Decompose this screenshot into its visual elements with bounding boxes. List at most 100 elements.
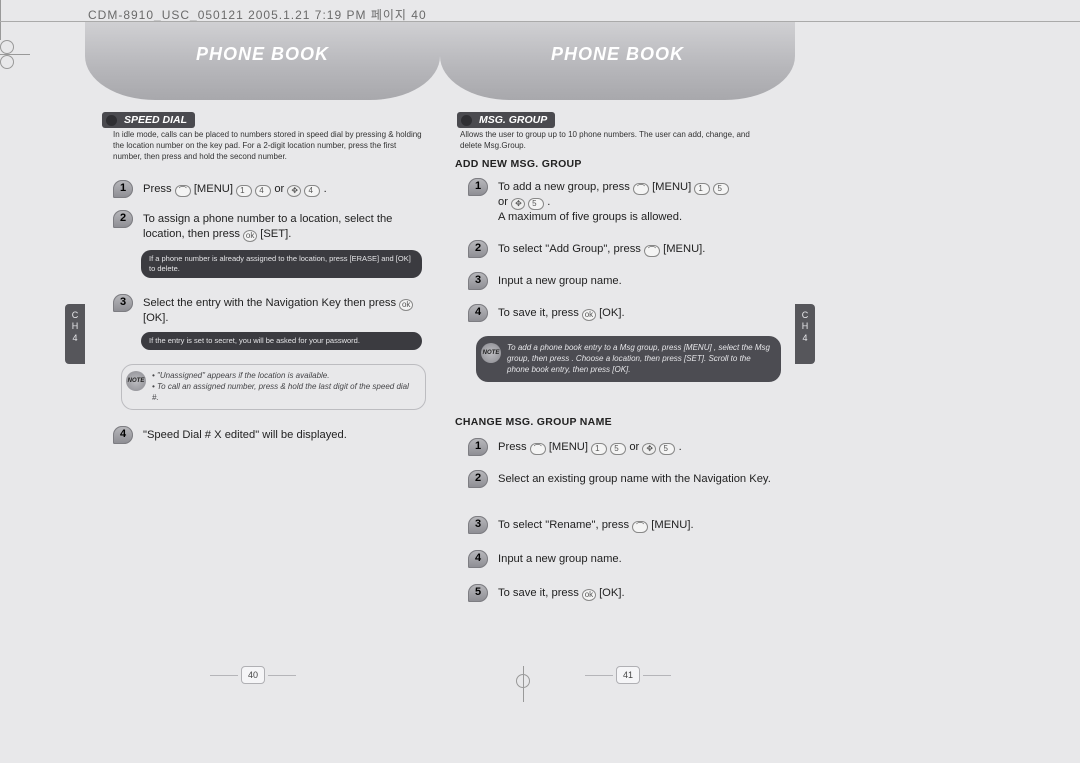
step-num-icon: 3	[468, 516, 488, 534]
section-intro: Allows the user to group up to 10 phone …	[460, 130, 765, 152]
chapter-label: CH	[795, 310, 815, 333]
document-spread: PHONE BOOK CH 4 SPEED DIAL In idle mode,…	[85, 28, 795, 678]
text: Press	[498, 441, 530, 453]
ok-key-icon: ok	[582, 309, 596, 321]
section-title-speed-dial: SPEED DIAL	[102, 112, 195, 128]
note-badge-icon: NOTE	[126, 371, 146, 391]
text: To select "Rename", press	[498, 519, 632, 531]
key-1: 1	[591, 443, 607, 455]
text: [MENU]	[652, 181, 691, 193]
step-num-icon: 4	[468, 550, 488, 568]
step-2: 2 Select an existing group name with the…	[470, 472, 783, 487]
key-1: 1	[694, 183, 710, 195]
note-item: To call an assigned number, press & hold…	[152, 382, 417, 404]
crop-circle	[516, 674, 530, 688]
step-4: 4 To save it, press ok [OK].	[470, 306, 783, 321]
text: or	[629, 441, 642, 453]
softkey-icon: ⌒	[633, 183, 649, 195]
text: [MENU]	[549, 441, 588, 453]
text: To add a new group, press	[498, 181, 633, 193]
softkey-icon: ⌒	[175, 185, 191, 197]
step-num-icon: 2	[468, 240, 488, 258]
note-callout: If a phone number is already assigned to…	[141, 250, 422, 278]
text: [OK].	[143, 312, 169, 324]
softkey-icon: ⌒	[644, 245, 660, 257]
step-text: "Speed Dial # X edited" will be displaye…	[143, 428, 428, 443]
page-number: 41	[616, 666, 640, 684]
text: Select the entry with the Navigation Key…	[143, 297, 399, 309]
step-num-icon: 3	[468, 272, 488, 290]
step-num-icon: 1	[468, 438, 488, 456]
page-right: PHONE BOOK CH 4 MSG. GROUP Allows the us…	[440, 28, 795, 678]
key-5: 5	[713, 183, 729, 195]
step-text: Select the entry with the Navigation Key…	[143, 296, 428, 326]
step-text: Input a new group name.	[498, 552, 783, 567]
text: To select "Add Group", press	[498, 243, 644, 255]
step-num-icon: 2	[113, 210, 133, 228]
step-text: To assign a phone number to a location, …	[143, 212, 428, 242]
step-4: 4 Input a new group name.	[470, 552, 783, 567]
text: .	[547, 196, 550, 208]
softkey-icon: ⌒	[632, 521, 648, 533]
step-text: To select "Rename", press ⌒ [MENU].	[498, 518, 783, 533]
step-text: Input a new group name.	[498, 274, 783, 289]
step-num-icon: 5	[468, 584, 488, 602]
note-item: "Unassigned" appears if the location is …	[152, 371, 417, 382]
softkey-icon: ⌒	[530, 443, 546, 455]
step-1: 1 Press ⌒ [MENU] 1 5 or ✥ 5 .	[470, 440, 783, 455]
text: To save it, press	[498, 587, 582, 599]
chapter-num: 4	[65, 333, 85, 344]
text: [OK].	[599, 587, 625, 599]
step-text: To select "Add Group", press ⌒ [MENU].	[498, 242, 783, 257]
nav-icon: ✥	[642, 443, 656, 455]
ok-key-icon: ok	[582, 589, 596, 601]
key-4: 4	[255, 185, 271, 197]
text: Press	[143, 183, 175, 195]
page-left: PHONE BOOK CH 4 SPEED DIAL In idle mode,…	[85, 28, 440, 678]
step-num-icon: 3	[113, 294, 133, 312]
key-1: 1	[236, 185, 252, 197]
section-intro: In idle mode, calls can be placed to num…	[113, 130, 424, 162]
page-number: 40	[241, 666, 265, 684]
note-list: "Unassigned" appears if the location is …	[152, 371, 417, 403]
text: .	[679, 441, 682, 453]
text: [MENU]	[194, 183, 233, 195]
ok-key-icon: ok	[243, 230, 257, 242]
step-num-icon: 4	[113, 426, 133, 444]
step-num-icon: 2	[468, 470, 488, 488]
key-5: 5	[528, 198, 544, 210]
nav-icon: ✥	[511, 198, 525, 210]
text: or	[498, 196, 511, 208]
key-5: 5	[659, 443, 675, 455]
subheading-change-group: CHANGE MSG. GROUP NAME	[455, 416, 612, 428]
text: [OK].	[599, 307, 625, 319]
step-2: 2 To assign a phone number to a location…	[115, 212, 428, 242]
text: [MENU].	[663, 243, 705, 255]
chapter-num: 4	[795, 333, 815, 344]
step-3: 3 To select "Rename", press ⌒ [MENU].	[470, 518, 783, 533]
chapter-label: CH	[65, 310, 85, 333]
crop-circle	[0, 40, 14, 54]
note-box: NOTE To add a phone book entry to a Msg …	[476, 336, 781, 382]
chapter-tab: CH 4	[795, 304, 815, 364]
page-banner: PHONE BOOK	[85, 22, 440, 100]
step-1: 1 To add a new group, press ⌒ [MENU] 1 5…	[470, 180, 783, 225]
crop-circle	[0, 55, 14, 69]
text: To save it, press	[498, 307, 582, 319]
step-num-icon: 4	[468, 304, 488, 322]
step-num-icon: 1	[113, 180, 133, 198]
step-text: To save it, press ok [OK].	[498, 586, 783, 601]
step-num-icon: 1	[468, 178, 488, 196]
step-5: 5 To save it, press ok [OK].	[470, 586, 783, 601]
note-text: To add a phone book entry to a Msg group…	[507, 343, 770, 374]
step-1: 1 Press ⌒ [MENU] 1 4 or ✥ 4 .	[115, 182, 428, 197]
step-4: 4 "Speed Dial # X edited" will be displa…	[115, 428, 428, 443]
page-banner: PHONE BOOK	[440, 22, 795, 100]
key-5: 5	[610, 443, 626, 455]
note-callout: If the entry is set to secret, you will …	[141, 332, 422, 350]
crop-mark	[0, 0, 1, 40]
text: .	[324, 183, 327, 195]
key-4: 4	[304, 185, 320, 197]
step-text: Press ⌒ [MENU] 1 5 or ✥ 5 .	[498, 440, 783, 455]
step-text: To save it, press ok [OK].	[498, 306, 783, 321]
